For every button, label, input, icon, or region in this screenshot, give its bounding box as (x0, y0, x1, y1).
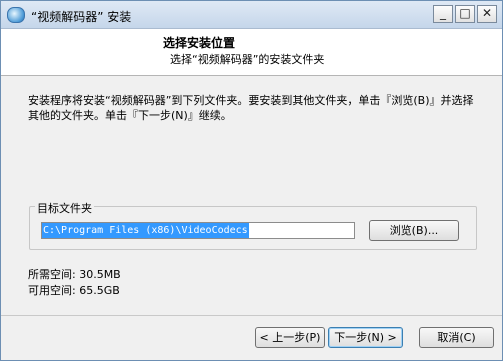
back-button[interactable]: < 上一步(P) (255, 327, 325, 348)
header-panel: 选择安装位置 选择“视频解码器”的安装文件夹 (1, 29, 502, 76)
window-title: “视频解码器” 安装 (31, 10, 132, 24)
app-icon (7, 7, 25, 23)
close-button[interactable]: ✕ (477, 5, 497, 23)
title-bar[interactable]: “视频解码器” 安装 _ □ ✕ (1, 1, 502, 29)
available-space: 可用空间: 65.5GB (28, 284, 120, 297)
required-space: 所需空间: 30.5MB (28, 268, 121, 281)
install-path-value: C:\Program Files (x86)\VideoCodecs (42, 223, 249, 238)
page-subtitle: 选择“视频解码器”的安装文件夹 (170, 53, 325, 66)
instructions-text: 安装程序将安装“视频解码器”到下列文件夹。要安装到其他文件夹，单击『浏览(B)』… (28, 94, 474, 122)
cancel-button[interactable]: 取消(C) (419, 327, 494, 348)
page-title: 选择安装位置 (163, 36, 236, 50)
next-button[interactable]: 下一步(N) > (328, 327, 403, 348)
installer-window: “视频解码器” 安装 _ □ ✕ 选择安装位置 选择“视频解码器”的安装文件夹 … (0, 0, 503, 361)
target-folder-label: 目标文件夹 (35, 200, 94, 216)
footer-divider (1, 315, 502, 316)
maximize-button[interactable]: □ (455, 5, 475, 23)
install-path-input[interactable]: C:\Program Files (x86)\VideoCodecs (41, 222, 355, 239)
browse-button[interactable]: 浏览(B)... (369, 220, 459, 241)
minimize-button[interactable]: _ (433, 5, 453, 23)
